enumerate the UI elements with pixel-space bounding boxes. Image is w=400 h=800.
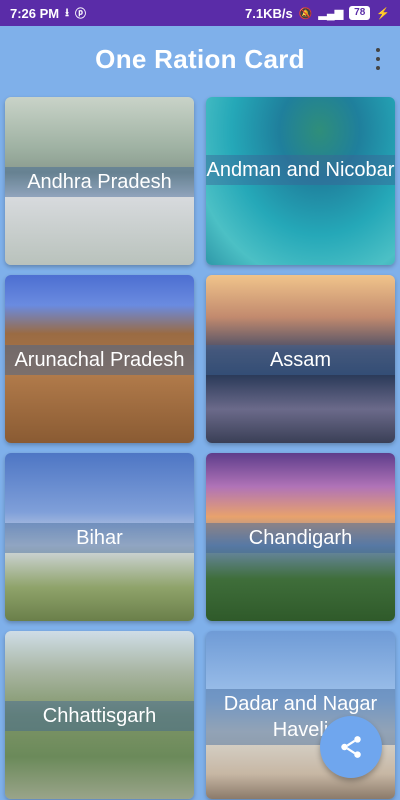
state-card-andman-nicobar[interactable]: Andman and Nicobar [206, 97, 395, 265]
status-bar: 7:26 PM ⭳ ⓟ 7.1KB/s 🔕 ▂▄▆ 78 ⚡ [0, 0, 400, 26]
state-card-arunachal-pradesh[interactable]: Arunachal Pradesh [5, 275, 194, 443]
app-title: One Ration Card [95, 43, 305, 74]
state-card-bihar[interactable]: Bihar [5, 453, 194, 621]
state-card-label: Chandigarh [206, 523, 395, 553]
state-card-label: Arunachal Pradesh [5, 345, 194, 375]
more-vertical-icon[interactable] [370, 48, 386, 70]
state-card-andhra-pradesh[interactable]: Andhra Pradesh [5, 97, 194, 265]
usb-icon: ⭳ [65, 6, 69, 19]
state-card-label: Andman and Nicobar [206, 155, 395, 185]
status-time: 7:26 PM [10, 5, 60, 21]
battery-icon: 78 [349, 6, 371, 20]
state-card-label: Andhra Pradesh [5, 167, 194, 197]
share-icon [341, 736, 361, 758]
state-card-chhattisgarh[interactable]: Chhattisgarh [5, 631, 194, 799]
state-card-label: Chhattisgarh [5, 701, 194, 731]
mute-icon: 🔕 [298, 7, 313, 20]
p-icon: ⓟ [75, 8, 86, 20]
state-card-label: Bihar [5, 523, 194, 553]
charging-icon: ⚡ [376, 7, 390, 20]
state-card-chandigarh[interactable]: Chandigarh [206, 453, 395, 621]
app-bar: One Ration Card [0, 26, 400, 92]
network-speed: 7.1KB/s [245, 5, 293, 21]
state-card-dadar-nagar-haveli[interactable]: Dadar and Nagar Haveli [206, 631, 395, 799]
state-card-label: Assam [206, 345, 395, 375]
share-button[interactable] [320, 716, 382, 778]
signal-icon: ▂▄▆ [318, 7, 344, 20]
state-card-assam[interactable]: Assam [206, 275, 395, 443]
